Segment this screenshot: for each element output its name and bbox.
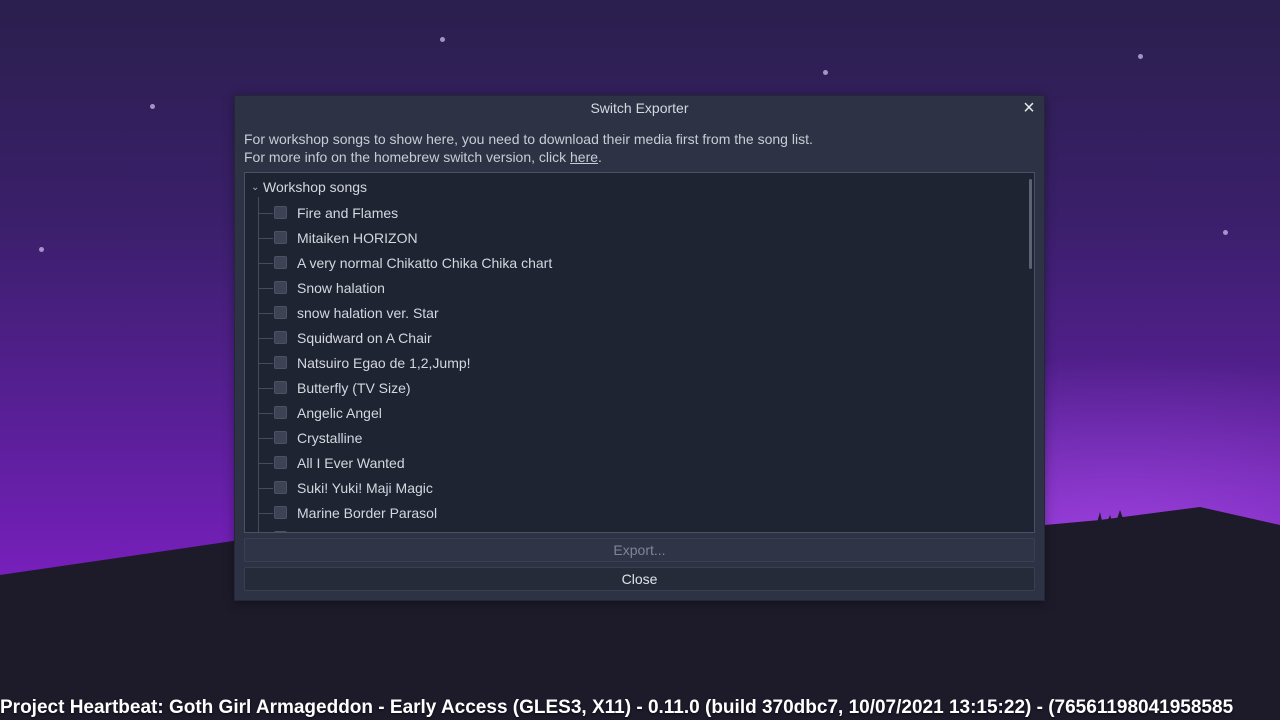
song-checkbox[interactable] (274, 406, 287, 419)
tree-branch-line (258, 213, 273, 214)
tree-root-workshop-songs[interactable]: ⌄ Workshop songs (251, 177, 367, 197)
tree-branch-line (258, 363, 273, 364)
song-row[interactable]: Snow halation (245, 276, 1015, 301)
song-row[interactable]: Suki! Yuki! Maji Magic (245, 476, 1015, 501)
song-title: Snow halation (297, 280, 385, 296)
tree-branch-line (258, 413, 273, 414)
song-title: snow halation ver. Star (297, 305, 439, 321)
song-row[interactable]: Squidward on A Chair (245, 326, 1015, 351)
here-link[interactable]: here (570, 149, 598, 165)
tree-branch-line (258, 263, 273, 264)
tree-branch-line (258, 463, 273, 464)
tree-branch-line (258, 438, 273, 439)
tree-branch-line (258, 513, 273, 514)
song-checkbox[interactable] (274, 356, 287, 369)
song-title: All I Ever Wanted (297, 455, 405, 471)
song-row[interactable]: Crystalline (245, 426, 1015, 451)
info-line-2: For more info on the homebrew switch ver… (244, 148, 1024, 166)
song-title: Mitaiken HORIZON (297, 230, 418, 246)
song-checkbox[interactable] (274, 456, 287, 469)
song-checkbox[interactable] (274, 431, 287, 444)
song-title: Angelic Angel (297, 405, 382, 421)
song-title: Butterfly (TV Size) (297, 380, 411, 396)
song-title: Squidward on A Chair (297, 330, 432, 346)
tree-branch-line (258, 338, 273, 339)
song-row[interactable]: Natsuiro Egao de 1,2,Jump! (245, 351, 1015, 376)
song-title: Void Taste (297, 526, 361, 532)
tree-branch-line (258, 313, 273, 314)
song-checkbox[interactable] (274, 206, 287, 219)
song-list: Fire and Flames Mitaiken HORIZON A very no… (245, 201, 1015, 532)
song-checkbox[interactable] (274, 506, 287, 519)
song-title: Suki! Yuki! Maji Magic (297, 480, 433, 496)
info-line-2-prefix: For more info on the homebrew switch ver… (244, 149, 571, 165)
close-button[interactable]: Close (244, 567, 1035, 591)
song-row[interactable]: Angelic Angel (245, 401, 1015, 426)
song-row[interactable]: Butterfly (TV Size) (245, 376, 1015, 401)
song-checkbox[interactable] (274, 231, 287, 244)
song-row[interactable]: Void Taste (245, 526, 1015, 532)
song-checkbox[interactable] (274, 481, 287, 494)
tree-branch-line (258, 388, 273, 389)
song-row[interactable]: Marine Border Parasol (245, 501, 1015, 526)
window-status-bar: Project Heartbeat: Goth Girl Armageddon … (0, 697, 1234, 718)
song-title: Natsuiro Egao de 1,2,Jump! (297, 355, 471, 371)
song-title: Marine Border Parasol (297, 505, 438, 521)
song-checkbox[interactable] (274, 256, 287, 269)
game-background: Switch Exporter × For workshop songs to … (0, 0, 1280, 720)
info-line-2-suffix: . (598, 149, 602, 165)
song-title: A very normal Chikatto Chika Chika chart (297, 255, 553, 271)
scrollbar-thumb[interactable] (1029, 179, 1032, 269)
tree-branch-line (258, 238, 273, 239)
song-tree[interactable]: ⌄ Workshop songs Fire and Flames Mitaiken … (244, 172, 1035, 533)
dialog-title: Switch Exporter (590, 100, 689, 116)
tree-branch-line (258, 488, 273, 489)
song-checkbox[interactable] (274, 381, 287, 394)
song-checkbox[interactable] (274, 331, 287, 344)
song-checkbox[interactable] (274, 306, 287, 319)
song-checkbox[interactable] (274, 531, 287, 532)
tree-root-label: Workshop songs (263, 179, 368, 195)
song-checkbox[interactable] (274, 281, 287, 294)
info-text: For workshop songs to show here, you nee… (244, 130, 1024, 166)
tree-branch-line (258, 288, 273, 289)
song-row[interactable]: All I Ever Wanted (245, 451, 1015, 476)
chevron-down-icon[interactable]: ⌄ (251, 178, 261, 198)
switch-exporter-dialog: Switch Exporter × For workshop songs to … (234, 95, 1045, 601)
song-row[interactable]: Fire and Flames (245, 201, 1015, 226)
song-row[interactable]: Mitaiken HORIZON (245, 226, 1015, 251)
info-line-1: For workshop songs to show here, you nee… (244, 131, 813, 147)
close-icon[interactable]: × (1019, 98, 1039, 118)
song-row[interactable]: A very normal Chikatto Chika Chika chart (245, 251, 1015, 276)
song-row[interactable]: snow halation ver. Star (245, 301, 1015, 326)
export-button[interactable]: Export... (244, 538, 1035, 562)
song-title: Crystalline (297, 430, 363, 446)
song-title: Fire and Flames (297, 205, 399, 221)
